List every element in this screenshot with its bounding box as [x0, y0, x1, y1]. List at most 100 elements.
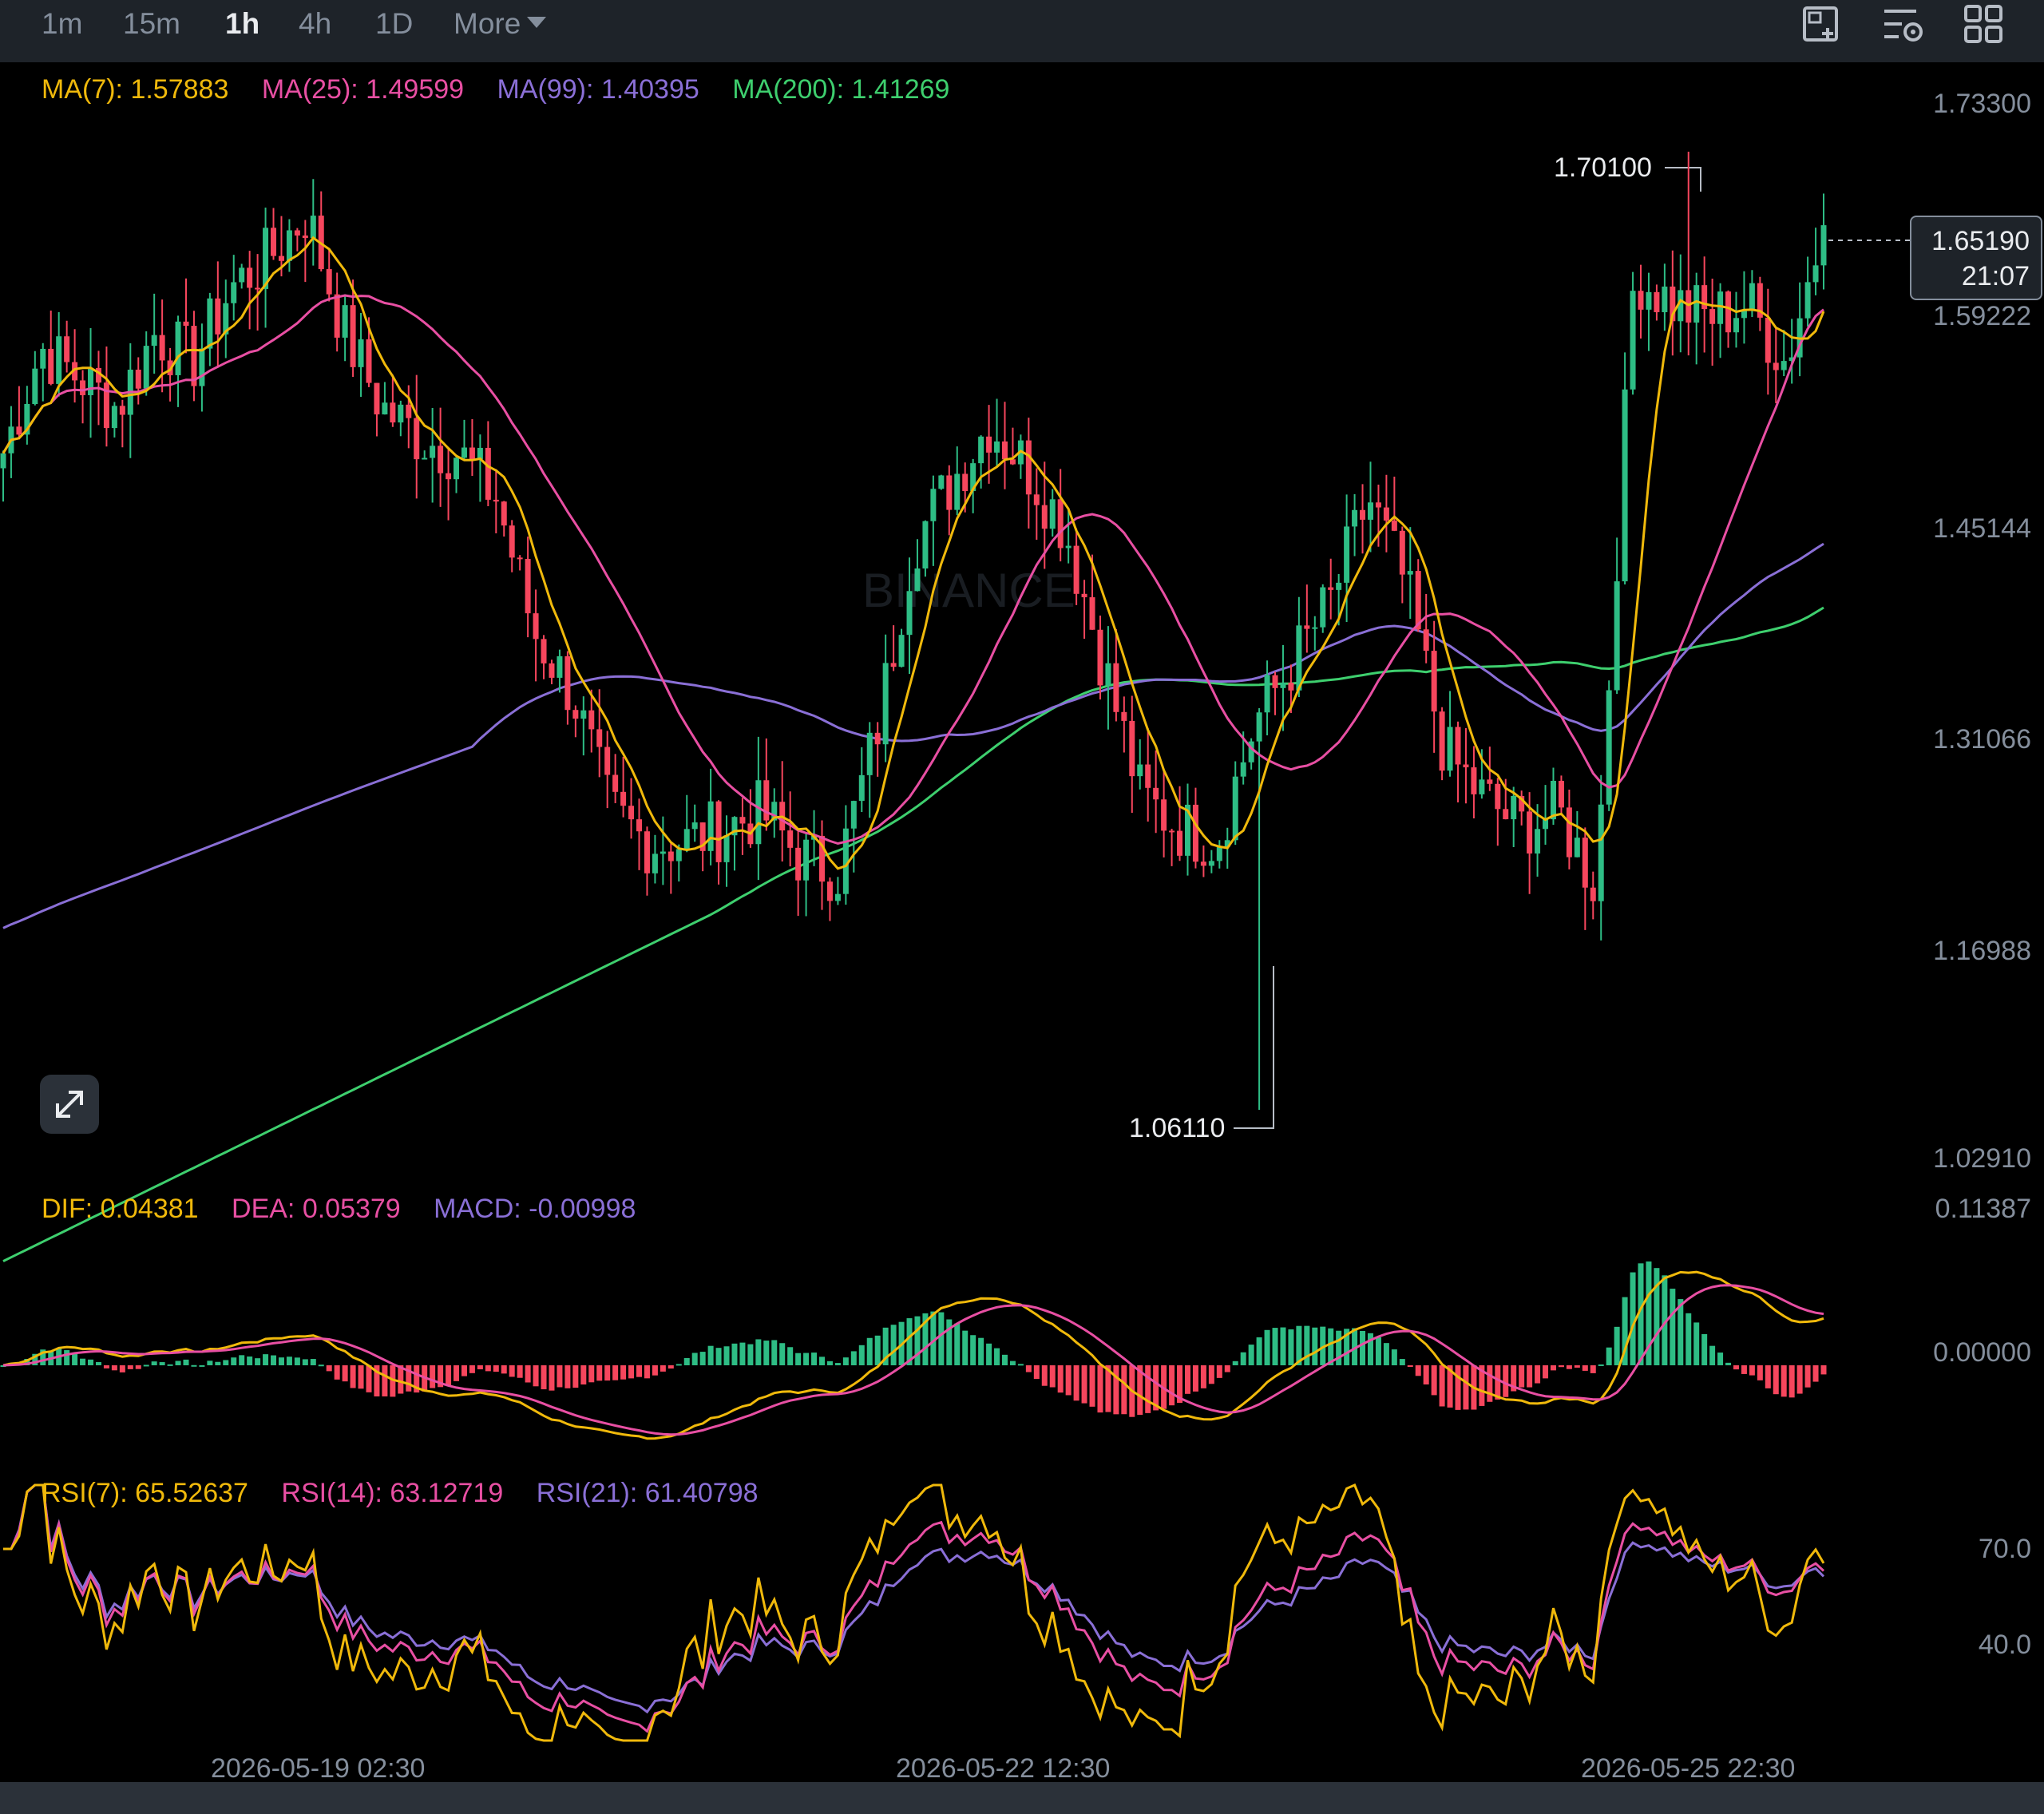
macd-histogram-bar — [358, 1365, 364, 1389]
macd-histogram-bar — [334, 1365, 340, 1380]
macd-histogram-bar — [1733, 1365, 1739, 1370]
macd-histogram-bar — [842, 1357, 849, 1365]
high-marker-line — [1665, 167, 1701, 192]
candle-body — [596, 729, 603, 747]
candle-body — [580, 710, 587, 719]
macd-histogram-bar — [1558, 1365, 1564, 1368]
macd-histogram-bar — [1614, 1326, 1620, 1365]
candle-body — [1360, 509, 1366, 520]
macd-histogram-bar — [866, 1337, 873, 1365]
macd-histogram-bar — [675, 1364, 682, 1366]
candle-body — [1121, 711, 1127, 721]
candle-body — [739, 817, 746, 824]
macd-histogram-bar — [1216, 1365, 1222, 1378]
macd-histogram-bar — [1804, 1365, 1811, 1388]
macd-histogram-bar — [1025, 1365, 1032, 1372]
candle-body — [683, 829, 690, 850]
macd-histogram-bar — [1495, 1365, 1501, 1400]
screenshot-icon[interactable] — [1798, 2, 1846, 50]
candle-body — [1057, 499, 1064, 549]
macd-histogram-bar — [135, 1365, 141, 1369]
macd-histogram-bar — [1089, 1365, 1095, 1407]
rsi7-label: RSI(7): 65.52637 — [42, 1478, 248, 1508]
candle-body — [1820, 225, 1827, 266]
macd-histogram-bar — [1686, 1313, 1692, 1365]
macd-histogram-bar — [207, 1360, 213, 1365]
candle-body — [1614, 581, 1620, 691]
macd-histogram-bar — [636, 1365, 643, 1377]
macd-histogram-bar — [1304, 1325, 1310, 1365]
candle-body — [1447, 727, 1453, 771]
candle-body — [1598, 804, 1604, 901]
candle-body — [994, 441, 1000, 453]
candle-body — [1558, 780, 1564, 808]
candle-body — [882, 663, 889, 745]
macd-histogram-bar — [628, 1365, 635, 1379]
ma99-label: MA(99): 1.40395 — [497, 74, 699, 105]
macd-histogram-bar — [446, 1365, 452, 1386]
timeframe-1m[interactable]: 1m — [42, 8, 82, 40]
price-chart[interactable]: BINANCE — [0, 0, 2044, 1814]
candle-body — [946, 475, 953, 510]
candle-body — [787, 830, 794, 848]
timeframe-1d[interactable]: 1D — [375, 8, 413, 40]
candle-body — [215, 298, 221, 335]
macd-histogram-bar — [1765, 1365, 1771, 1388]
macd-histogram-bar — [1757, 1365, 1763, 1380]
macd-histogram-bar — [72, 1353, 78, 1365]
candle-body — [414, 418, 420, 460]
macd-histogram-bar — [731, 1343, 738, 1365]
macd-histogram-bar — [962, 1330, 969, 1365]
rsi21-line — [3, 1483, 1825, 1714]
timeframe-4h[interactable]: 4h — [299, 8, 331, 40]
candle-body — [1161, 799, 1167, 831]
more-dropdown[interactable]: More — [454, 8, 547, 40]
macd-histogram-bar — [978, 1337, 984, 1365]
fullscreen-button[interactable] — [40, 1075, 99, 1134]
macd-histogram-bar — [549, 1365, 555, 1391]
macd-histogram-bar — [874, 1335, 881, 1365]
layout-grid-icon[interactable] — [1961, 2, 2009, 50]
current-price-value: 1.65190 — [1931, 226, 2030, 256]
macd-dif-line — [2, 1270, 1824, 1440]
candle-body — [1240, 762, 1246, 777]
indicator-settings-icon[interactable] — [1880, 2, 1927, 50]
macd-histogram-bar — [596, 1365, 603, 1381]
macd-histogram-bar — [1041, 1365, 1048, 1386]
candle-body — [406, 404, 412, 418]
macd-histogram-bar — [755, 1339, 762, 1365]
candle-body — [620, 791, 627, 806]
candle-body — [366, 339, 372, 383]
candle-body — [1145, 764, 1151, 788]
candle-body — [675, 849, 682, 861]
macd-histogram-bar — [803, 1353, 810, 1365]
candle-body — [398, 404, 404, 423]
timeframe-1h[interactable]: 1h — [225, 8, 259, 40]
macd-histogram-bar — [271, 1355, 277, 1365]
macd-histogram-bar — [485, 1365, 491, 1372]
candle-body — [588, 710, 595, 730]
candle-body — [1216, 846, 1222, 861]
macd-axis-tick: 0.11387 — [1935, 1194, 2031, 1224]
macd-histogram-bar — [739, 1342, 746, 1365]
candle-body — [1049, 499, 1056, 529]
candle-body — [382, 402, 388, 415]
macd-histogram-bar — [644, 1365, 650, 1379]
timeframe-15m[interactable]: 15m — [123, 8, 180, 40]
candle-body — [1709, 309, 1716, 324]
candle-body — [930, 489, 937, 521]
candle-body — [1328, 587, 1334, 590]
candle-body — [1304, 625, 1310, 629]
candle-body — [1662, 286, 1668, 313]
macd-histogram-bar — [95, 1361, 101, 1365]
candle-body — [1487, 779, 1493, 784]
macd-histogram-bar — [1383, 1343, 1389, 1365]
time-axis-tick: 2026-05-25 22:30 — [1581, 1753, 1796, 1784]
candle-body — [191, 326, 197, 386]
candle-body — [1367, 502, 1373, 520]
candle-body — [278, 255, 284, 261]
macd-histogram-bar — [263, 1354, 269, 1365]
candle-body — [898, 635, 905, 667]
candle-body — [1686, 290, 1692, 323]
macd-histogram-bar — [501, 1365, 507, 1374]
